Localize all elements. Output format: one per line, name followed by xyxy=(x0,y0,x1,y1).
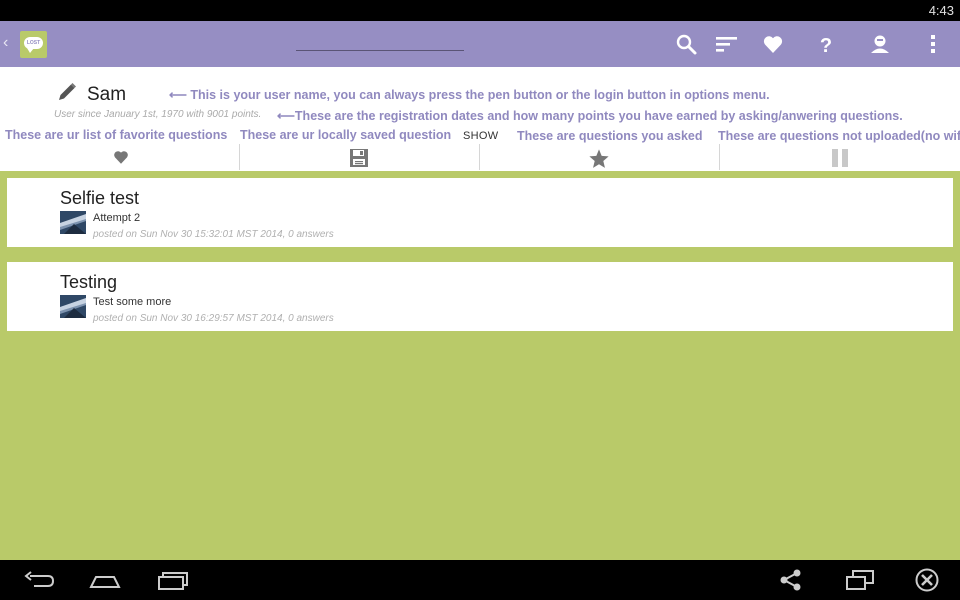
up-caret-icon[interactable]: ‹ xyxy=(3,34,8,52)
overflow-menu-icon[interactable] xyxy=(921,32,945,56)
heart-icon xyxy=(112,148,130,171)
screen-mirror-icon[interactable] xyxy=(843,568,877,592)
question-title: Selfie test xyxy=(60,188,140,208)
show-label: SHOW xyxy=(463,130,499,142)
back-icon[interactable] xyxy=(22,568,56,592)
question-card[interactable]: Testing Test some more posted on Sun Nov… xyxy=(7,262,953,331)
tab-saved[interactable] xyxy=(239,144,479,170)
save-icon xyxy=(349,148,369,173)
search-icon[interactable] xyxy=(674,32,698,56)
status-bar: 4:43 xyxy=(0,0,960,21)
pause-icon xyxy=(830,148,850,173)
share-icon[interactable] xyxy=(774,568,808,592)
heart-icon[interactable] xyxy=(761,32,785,56)
question-card[interactable]: Selfie test Attempt 2 posted on Sun Nov … xyxy=(7,178,953,247)
sort-icon[interactable] xyxy=(714,32,738,56)
tab-favorites[interactable] xyxy=(0,144,240,170)
tutorial-registration-note: ⟵These are the registration dates and ho… xyxy=(277,109,903,123)
help-icon[interactable]: ? xyxy=(814,32,838,56)
question-thumbnail xyxy=(60,295,86,318)
tutorial-username-note: ⟵ This is your user name, you can always… xyxy=(169,88,770,102)
app-logo[interactable]: LOST xyxy=(20,31,47,58)
close-icon[interactable] xyxy=(910,568,944,592)
user-since-text: User since January 1st, 1970 with 9001 p… xyxy=(54,109,262,120)
star-icon xyxy=(588,148,610,175)
tab-asked[interactable] xyxy=(479,144,719,170)
question-meta: posted on Sun Nov 30 16:29:57 MST 2014, … xyxy=(93,313,334,324)
svg-text:?: ? xyxy=(820,35,832,56)
question-body: Test some more xyxy=(93,296,172,308)
tutorial-pending-note: These are questions not uploaded(no wifi… xyxy=(718,129,960,143)
question-body: Attempt 2 xyxy=(93,212,141,224)
question-meta: posted on Sun Nov 30 15:32:01 MST 2014, … xyxy=(93,229,334,240)
question-thumbnail xyxy=(60,211,86,234)
action-bar: ‹ LOST ? xyxy=(0,21,960,67)
tutorial-asked-note: These are questions you asked xyxy=(517,129,703,143)
login-icon[interactable] xyxy=(868,32,892,56)
filter-tabs xyxy=(0,144,960,170)
search-input[interactable] xyxy=(296,29,464,51)
home-icon[interactable] xyxy=(88,568,122,592)
tab-pending[interactable] xyxy=(719,144,959,170)
recent-apps-icon[interactable] xyxy=(156,568,190,592)
tutorial-saved-note: These are ur locally saved question xyxy=(240,128,452,142)
pen-icon[interactable] xyxy=(56,81,78,108)
clock: 4:43 xyxy=(928,3,954,18)
tutorial-favorites-note: These are ur list of favorite questions xyxy=(5,128,228,142)
username[interactable]: Sam xyxy=(87,84,126,106)
question-title: Testing xyxy=(60,272,118,292)
system-nav-bar xyxy=(0,560,960,600)
